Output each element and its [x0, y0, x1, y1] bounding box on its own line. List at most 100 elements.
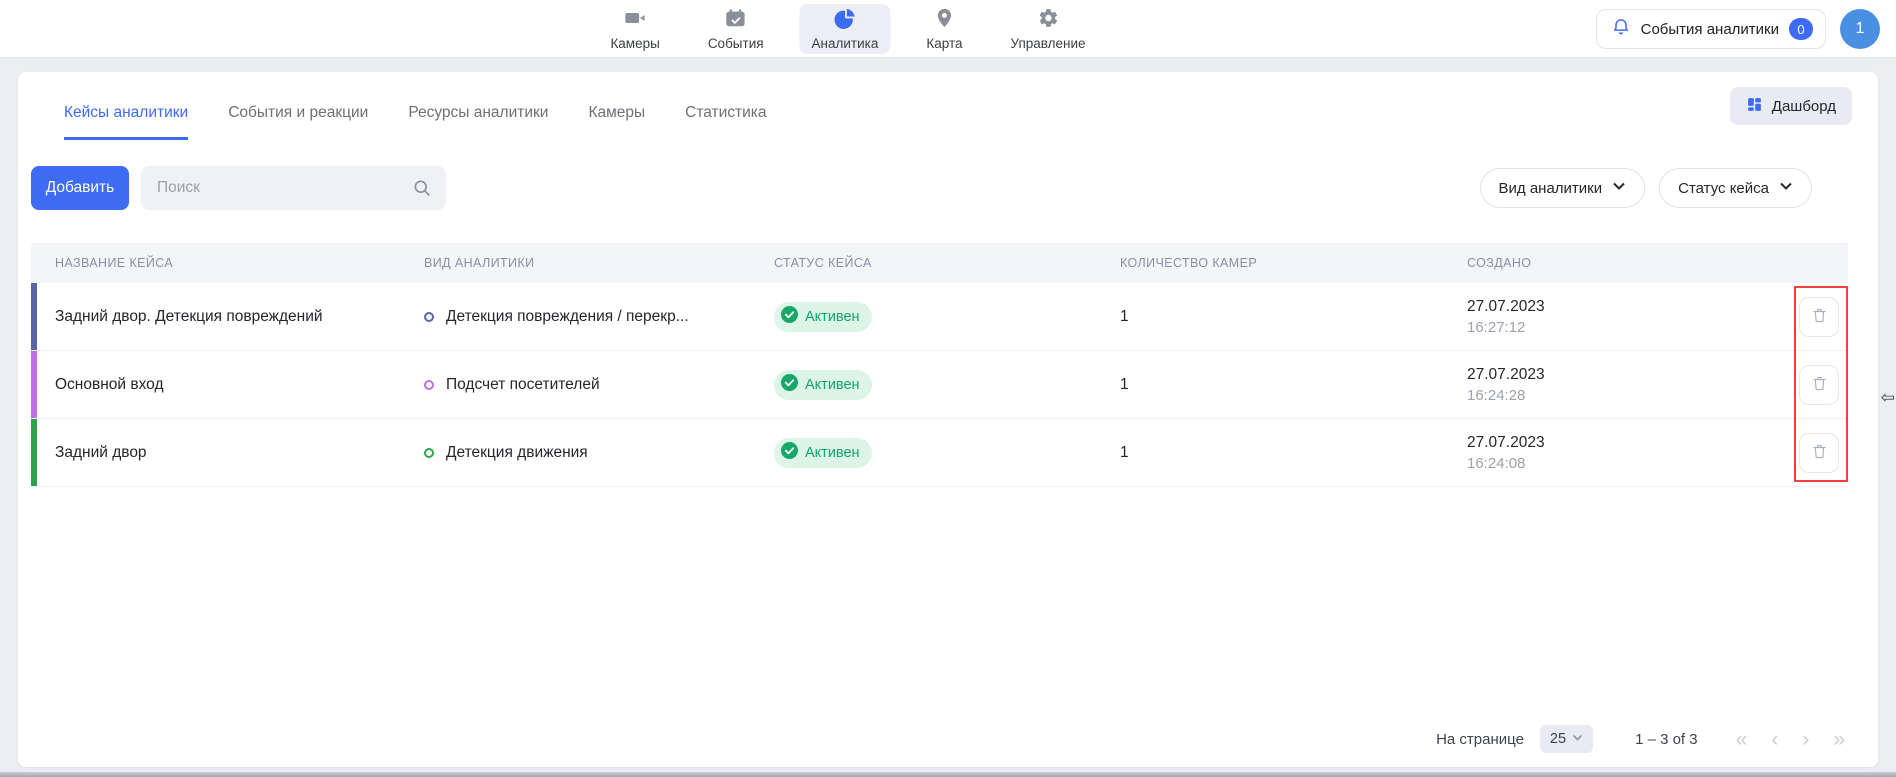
analytics-events-button[interactable]: События аналитики 0 [1596, 9, 1826, 49]
case-name: Задний двор [31, 444, 400, 462]
nav-item-events[interactable]: События [696, 4, 776, 54]
delete-case-button[interactable] [1799, 433, 1839, 473]
created-date: 27.07.2023 [1467, 366, 1790, 384]
nav-item-management[interactable]: Управление [999, 4, 1098, 54]
nav-label: Камеры [610, 36, 659, 51]
filter-label: Вид аналитики [1499, 180, 1603, 197]
created-time: 16:27:12 [1467, 319, 1790, 336]
events-button-label: События аналитики [1641, 21, 1779, 38]
main-navigation: Камеры События Аналитика Карта Управлени… [598, 0, 1097, 58]
dashboard-button[interactable]: Дашборд [1730, 87, 1852, 125]
per-page-label: На странице [1436, 731, 1524, 748]
tab-bar: Кейсы аналитики События и реакции Ресурс… [64, 104, 767, 140]
tab-events-reactions[interactable]: События и реакции [228, 104, 368, 140]
nav-item-analytics[interactable]: Аналитика [800, 4, 891, 54]
filter-group: Вид аналитики Статус кейса [1480, 168, 1812, 208]
analytics-type-label: Детекция движения [446, 444, 588, 462]
first-page-icon[interactable]: « [1736, 729, 1748, 750]
table-row[interactable]: Задний двор. Детекция повреждений Детекц… [31, 283, 1848, 351]
bell-icon [1611, 17, 1631, 41]
check-circle-icon [781, 442, 798, 463]
trash-icon [1811, 443, 1828, 463]
nav-label: Карта [926, 36, 962, 51]
actions-cell [1790, 297, 1848, 337]
filter-label: Статус кейса [1678, 180, 1769, 197]
user-avatar[interactable]: 1 [1840, 9, 1880, 49]
nav-item-map[interactable]: Карта [914, 4, 974, 54]
column-header-cameras: КОЛИЧЕСТВО КАМЕР [1096, 256, 1443, 270]
nav-label: Управление [1011, 36, 1086, 51]
trash-icon [1811, 307, 1828, 327]
case-color-bar [31, 283, 37, 350]
case-status-filter[interactable]: Статус кейса [1659, 168, 1812, 208]
status-label: Активен [805, 445, 860, 461]
pie-chart-icon [834, 7, 856, 34]
cameras-count: 1 [1096, 308, 1443, 326]
search-input[interactable] [141, 166, 446, 210]
chevron-down-icon [1572, 731, 1583, 747]
dashboard-button-label: Дашборд [1772, 98, 1836, 115]
analytics-type-filter[interactable]: Вид аналитики [1480, 168, 1646, 208]
content-card: Кейсы аналитики События и реакции Ресурс… [18, 72, 1878, 767]
last-page-icon[interactable]: » [1833, 729, 1845, 750]
next-page-icon[interactable]: › [1802, 729, 1809, 750]
created-cell: 27.07.2023 16:24:28 [1443, 366, 1790, 404]
analytics-type-label: Подсчет посетителей [446, 376, 600, 394]
header-right-cluster: События аналитики 0 1 [1596, 9, 1880, 49]
created-date: 27.07.2023 [1467, 298, 1790, 316]
map-pin-icon [933, 7, 955, 34]
analytics-type-ring-icon [424, 312, 434, 322]
case-name: Задний двор. Детекция повреждений [31, 308, 400, 326]
tab-statistics[interactable]: Статистика [685, 104, 766, 140]
nav-label: Аналитика [812, 36, 879, 51]
created-cell: 27.07.2023 16:24:08 [1443, 434, 1790, 472]
nav-item-cameras[interactable]: Камеры [598, 4, 671, 54]
delete-case-button[interactable] [1799, 365, 1839, 405]
mouse-cursor: ⇦ [1881, 388, 1895, 408]
pagination-bar: На странице 25 1 – 3 of 3 « ‹ › » [1436, 725, 1845, 753]
delete-case-button[interactable] [1799, 297, 1839, 337]
page-range-label: 1 – 3 of 3 [1635, 731, 1698, 748]
top-header: Камеры События Аналитика Карта Управлени… [0, 0, 1896, 58]
events-count-badge: 0 [1789, 18, 1813, 40]
created-cell: 27.07.2023 16:27:12 [1443, 298, 1790, 336]
created-time: 16:24:08 [1467, 455, 1790, 472]
tab-analytics-resources[interactable]: Ресурсы аналитики [408, 104, 548, 140]
analytics-type-cell: Подсчет посетителей [400, 376, 750, 394]
table-header-row: НАЗВАНИЕ КЕЙСА ВИД АНАЛИТИКИ СТАТУС КЕЙС… [31, 243, 1848, 283]
actions-cell [1790, 433, 1848, 473]
column-header-status: СТАТУС КЕЙСА [750, 256, 1096, 270]
per-page-select[interactable]: 25 [1540, 725, 1593, 753]
actions-cell [1790, 365, 1848, 405]
status-label: Активен [805, 377, 860, 393]
case-color-bar [31, 419, 37, 486]
status-badge: Активен [774, 438, 872, 468]
prev-page-icon[interactable]: ‹ [1771, 729, 1778, 750]
tab-analytics-cases[interactable]: Кейсы аналитики [64, 104, 188, 140]
status-cell: Активен [750, 370, 1096, 400]
analytics-type-cell: Детекция движения [400, 444, 750, 462]
chevron-down-icon [1779, 179, 1793, 197]
column-header-name: НАЗВАНИЕ КЕЙСА [31, 256, 400, 270]
status-cell: Активен [750, 438, 1096, 468]
case-color-bar [31, 351, 37, 418]
column-header-created: СОЗДАНО [1443, 256, 1790, 270]
calendar-check-icon [725, 7, 747, 34]
table-row[interactable]: Основной вход Подсчет посетителей Активе… [31, 351, 1848, 419]
dashboard-grid-icon [1746, 96, 1763, 117]
per-page-value: 25 [1550, 731, 1566, 747]
add-case-button[interactable]: Добавить [31, 166, 129, 210]
analytics-type-cell: Детекция повреждения / перекр... [400, 308, 750, 326]
cameras-count: 1 [1096, 376, 1443, 394]
gear-icon [1037, 7, 1059, 34]
nav-label: События [708, 36, 764, 51]
trash-icon [1811, 375, 1828, 395]
cameras-count: 1 [1096, 444, 1443, 462]
table-row[interactable]: Задний двор Детекция движения Активен 1 … [31, 419, 1848, 487]
case-name: Основной вход [31, 376, 400, 394]
chevron-down-icon [1612, 179, 1626, 197]
column-header-type: ВИД АНАЛИТИКИ [400, 256, 750, 270]
tab-cameras[interactable]: Камеры [588, 104, 645, 140]
created-time: 16:24:28 [1467, 387, 1790, 404]
status-badge: Активен [774, 302, 872, 332]
